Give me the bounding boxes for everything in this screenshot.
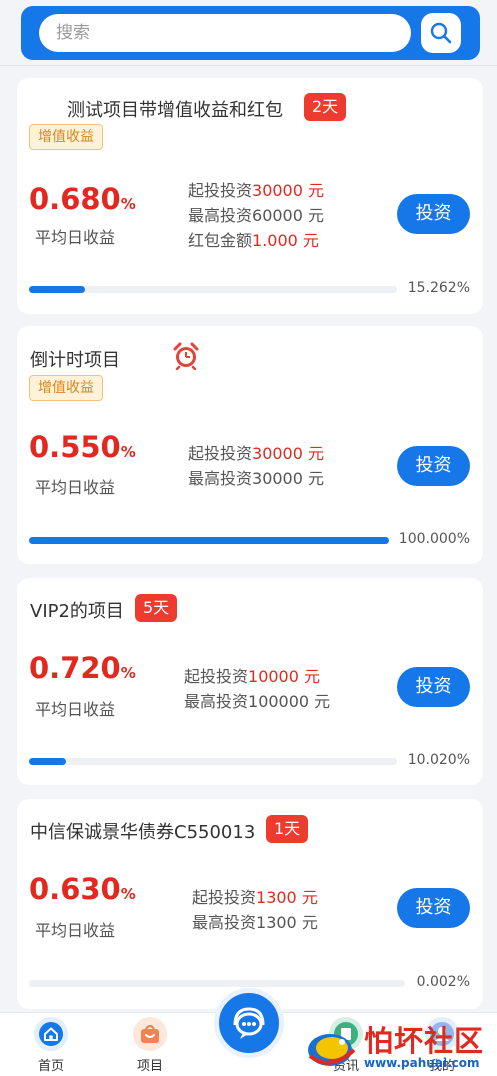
nav-project[interactable]: 项目: [120, 1017, 180, 1074]
min-invest-row: 起投投资30000 元: [188, 178, 324, 203]
max-invest-row: 最高投资1300 元: [192, 910, 318, 935]
min-invest-row: 起投投资1300 元: [192, 885, 318, 910]
nav-home[interactable]: 首页: [21, 1017, 81, 1074]
progress-fill: [29, 286, 86, 293]
watermark-text: 怕坏社区: [364, 1024, 485, 1058]
max-invest-value: 60000 元: [252, 206, 325, 225]
project-card[interactable]: 测试项目带增值收益和红包 2天 增值收益 0.680% 平均日收益 起投投资30…: [17, 78, 483, 314]
rate-value: 0.550: [29, 430, 121, 464]
min-invest-label: 起投投资: [188, 181, 253, 200]
min-invest-value: 1300 元: [256, 888, 318, 907]
project-title: VIP2的项目: [30, 601, 124, 622]
invest-info: 起投投资1300 元 最高投资1300 元: [192, 885, 318, 935]
min-invest-value: 30000 元: [252, 444, 325, 463]
min-invest-label: 起投投资: [184, 667, 249, 686]
redpacket-value: 1.000 元: [252, 231, 319, 250]
nav-home-label: 首页: [37, 1059, 64, 1074]
redpacket-row: 红包金额1.000 元: [188, 228, 324, 253]
daily-rate: 0.630%: [29, 872, 136, 906]
rate-label: 平均日收益: [35, 921, 116, 940]
max-invest-row: 最高投资100000 元: [184, 689, 330, 714]
project-title: 倒计时项目: [30, 350, 120, 371]
max-invest-label: 最高投资: [188, 469, 253, 488]
days-badge: 5天: [135, 594, 178, 622]
min-invest-value: 30000 元: [252, 181, 325, 200]
daily-rate: 0.680%: [29, 182, 136, 216]
rate-value: 0.720: [29, 651, 121, 685]
search-container: [21, 6, 480, 60]
rate-unit: %: [120, 195, 136, 213]
daily-rate: 0.720%: [29, 651, 136, 685]
max-invest-value: 100000 元: [248, 692, 331, 711]
days-badge: 1天: [266, 815, 309, 843]
invest-info: 起投投资10000 元 最高投资100000 元: [184, 664, 330, 714]
progress-bar: [29, 758, 397, 765]
rate-unit: %: [120, 664, 136, 682]
value-added-tag: 增值收益: [29, 124, 103, 150]
min-invest-row: 起投投资30000 元: [188, 441, 324, 466]
project-card[interactable]: 倒计时项目 增值收益 0.550% 平均日收益 起投投资30000 元 最高投资…: [17, 326, 483, 564]
home-icon: [34, 1017, 68, 1051]
progress-fill: [29, 758, 66, 765]
max-invest-value: 30000 元: [252, 469, 325, 488]
rate-label: 平均日收益: [35, 700, 116, 719]
watermark-url: www.pahuai.com: [364, 1056, 480, 1070]
project-title: 测试项目带增值收益和红包: [67, 100, 283, 121]
min-invest-label: 起投投资: [192, 888, 257, 907]
invest-button[interactable]: 投资: [397, 194, 470, 234]
alarm-clock-icon: [173, 342, 199, 370]
watermark-logo-icon: [308, 1034, 356, 1066]
invest-button[interactable]: 投资: [397, 446, 470, 486]
max-invest-value: 1300 元: [256, 913, 318, 932]
max-invest-label: 最高投资: [184, 692, 249, 711]
daily-rate: 0.550%: [29, 430, 136, 464]
bag-icon: [133, 1017, 167, 1051]
progress-fill: [29, 537, 389, 544]
max-invest-row: 最高投资30000 元: [188, 466, 324, 491]
progress-text: 100.000%: [398, 531, 470, 547]
max-invest-label: 最高投资: [192, 913, 257, 932]
rate-value: 0.680: [29, 182, 121, 216]
value-added-tag: 增值收益: [29, 375, 103, 401]
progress-text: 10.020%: [407, 752, 470, 768]
search-button[interactable]: [421, 13, 461, 53]
customer-service-button[interactable]: [214, 988, 284, 1058]
redpacket-label: 红包金额: [188, 231, 253, 250]
rate-label: 平均日收益: [35, 228, 116, 247]
rate-value: 0.630: [29, 872, 121, 906]
invest-button[interactable]: 投资: [397, 888, 470, 928]
invest-info: 起投投资30000 元 最高投资60000 元 红包金额1.000 元: [188, 178, 324, 253]
customer-service-icon: [233, 1007, 265, 1039]
top-bar: [0, 0, 497, 66]
project-card[interactable]: 中信保诚景华债券C550013 1天 0.630% 平均日收益 起投投资1300…: [17, 799, 483, 1009]
progress-bar: [29, 980, 405, 987]
invest-button[interactable]: 投资: [397, 667, 470, 707]
project-card[interactable]: VIP2的项目 5天 0.720% 平均日收益 起投投资10000 元 最高投资…: [17, 578, 483, 785]
project-title: 中信保诚景华债券C550013: [30, 822, 256, 843]
progress-bar: [29, 286, 397, 293]
rate-label: 平均日收益: [35, 478, 116, 497]
min-invest-row: 起投投资10000 元: [184, 664, 330, 689]
days-badge: 2天: [304, 93, 347, 121]
nav-project-label: 项目: [136, 1059, 163, 1074]
rate-unit: %: [120, 885, 136, 903]
rate-unit: %: [120, 443, 136, 461]
max-invest-row: 最高投资60000 元: [188, 203, 324, 228]
invest-info: 起投投资30000 元 最高投资30000 元: [188, 441, 324, 491]
progress-bar: [29, 537, 389, 544]
max-invest-label: 最高投资: [188, 206, 253, 225]
progress-text: 0.002%: [416, 974, 470, 990]
search-input[interactable]: [39, 14, 411, 52]
min-invest-value: 10000 元: [248, 667, 321, 686]
search-icon: [430, 22, 452, 44]
watermark: 怕坏社区 www.pahuai.com: [302, 1016, 497, 1076]
progress-text: 15.262%: [407, 280, 470, 296]
min-invest-label: 起投投资: [188, 444, 253, 463]
